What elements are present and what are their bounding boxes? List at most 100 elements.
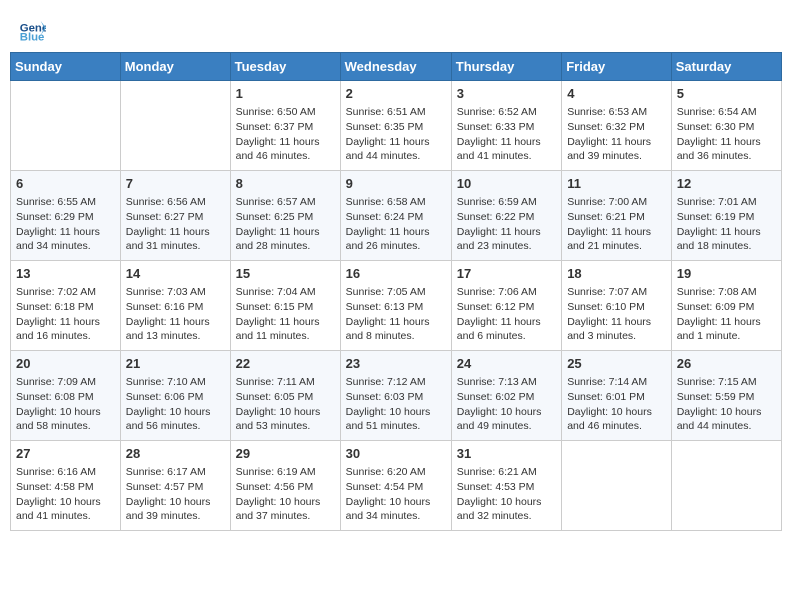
calendar-cell: 19Sunrise: 7:08 AMSunset: 6:09 PMDayligh…: [671, 261, 781, 351]
day-info: Sunrise: 6:58 AM: [346, 195, 446, 210]
day-number: 10: [457, 175, 556, 193]
day-info: Daylight: 10 hours and 32 minutes.: [457, 495, 556, 524]
day-info: Sunset: 6:18 PM: [16, 300, 115, 315]
day-info: Sunset: 6:35 PM: [346, 120, 446, 135]
day-header-wednesday: Wednesday: [340, 53, 451, 81]
day-info: Sunset: 5:59 PM: [677, 390, 776, 405]
day-info: Sunset: 6:08 PM: [16, 390, 115, 405]
day-info: Sunset: 6:25 PM: [236, 210, 335, 225]
day-info: Sunset: 4:53 PM: [457, 480, 556, 495]
day-info: Daylight: 10 hours and 53 minutes.: [236, 405, 335, 434]
calendar-cell: 2 Sunrise: 6:51 AMSunset: 6:35 PMDaylight…: [340, 81, 451, 171]
day-info: Daylight: 11 hours and 13 minutes.: [126, 315, 225, 344]
calendar-cell: 4Sunrise: 6:53 AMSunset: 6:32 PMDaylight…: [562, 81, 672, 171]
calendar-cell: [120, 81, 230, 171]
day-info: Daylight: 11 hours and 6 minutes.: [457, 315, 556, 344]
day-info: Sunrise: 6:51 AM: [346, 105, 446, 120]
day-header-sunday: Sunday: [11, 53, 121, 81]
day-number: 8: [236, 175, 335, 193]
day-info: Sunrise: 7:06 AM: [457, 285, 556, 300]
calendar-table: SundayMondayTuesdayWednesdayThursdayFrid…: [10, 52, 782, 531]
day-info: Daylight: 10 hours and 37 minutes.: [236, 495, 335, 524]
day-info: Daylight: 11 hours and 23 minutes.: [457, 225, 556, 254]
day-number: 2: [346, 85, 446, 103]
day-number: 24: [457, 355, 556, 373]
day-info: Sunset: 6:24 PM: [346, 210, 446, 225]
day-info: Daylight: 11 hours and 36 minutes.: [677, 135, 776, 164]
calendar-cell: [11, 81, 121, 171]
day-info: Sunset: 6:19 PM: [677, 210, 776, 225]
calendar-week-2: 6Sunrise: 6:55 AMSunset: 6:29 PMDaylight…: [11, 171, 782, 261]
day-number: 13: [16, 265, 115, 283]
day-number: 11: [567, 175, 666, 193]
day-number: 31: [457, 445, 556, 463]
calendar-cell: 27Sunrise: 6:16 AMSunset: 4:58 PMDayligh…: [11, 441, 121, 531]
day-info: Daylight: 10 hours and 51 minutes.: [346, 405, 446, 434]
day-info: Sunrise: 6:16 AM: [16, 465, 115, 480]
day-number: 6: [16, 175, 115, 193]
day-number: 28: [126, 445, 225, 463]
calendar-cell: 28Sunrise: 6:17 AMSunset: 4:57 PMDayligh…: [120, 441, 230, 531]
day-info: Daylight: 11 hours and 3 minutes.: [567, 315, 666, 344]
calendar-week-3: 13Sunrise: 7:02 AMSunset: 6:18 PMDayligh…: [11, 261, 782, 351]
calendar-cell: 23 Sunrise: 7:12 AMSunset: 6:03 PMDayligh…: [340, 351, 451, 441]
svg-text:Blue: Blue: [20, 31, 45, 42]
day-info: Sunrise: 6:56 AM: [126, 195, 225, 210]
day-number: 25: [567, 355, 666, 373]
day-info: Sunrise: 7:12 AM: [346, 375, 446, 390]
day-info: Sunset: 6:33 PM: [457, 120, 556, 135]
day-number: 23: [346, 355, 446, 373]
day-info: Sunset: 6:37 PM: [236, 120, 335, 135]
day-info: Sunset: 6:01 PM: [567, 390, 666, 405]
calendar-cell: 14Sunrise: 7:03 AMSunset: 6:16 PMDayligh…: [120, 261, 230, 351]
day-info: Sunrise: 6:21 AM: [457, 465, 556, 480]
day-info: Sunrise: 6:19 AM: [236, 465, 335, 480]
day-info: Sunset: 6:13 PM: [346, 300, 446, 315]
day-info: Daylight: 11 hours and 8 minutes.: [346, 315, 446, 344]
calendar-cell: 31 Sunrise: 6:21 AMSunset: 4:53 PMDayligh…: [451, 441, 561, 531]
calendar-cell: 6Sunrise: 6:55 AMSunset: 6:29 PMDaylight…: [11, 171, 121, 261]
calendar-cell: 17Sunrise: 7:06 AMSunset: 6:12 PMDayligh…: [451, 261, 561, 351]
calendar-cell: 26Sunrise: 7:15 AMSunset: 5:59 PMDayligh…: [671, 351, 781, 441]
day-number: 3: [457, 85, 556, 103]
calendar-cell: [671, 441, 781, 531]
day-number: 30: [346, 445, 446, 463]
calendar-cell: 29Sunrise: 6:19 AMSunset: 4:56 PMDayligh…: [230, 441, 340, 531]
day-info: Sunrise: 7:00 AM: [567, 195, 666, 210]
day-info: Daylight: 11 hours and 46 minutes.: [236, 135, 335, 164]
day-info: Daylight: 11 hours and 44 minutes.: [346, 135, 446, 164]
day-info: Sunrise: 6:53 AM: [567, 105, 666, 120]
day-number: 9: [346, 175, 446, 193]
calendar-cell: 3Sunrise: 6:52 AMSunset: 6:33 PMDaylight…: [451, 81, 561, 171]
day-info: Sunset: 6:15 PM: [236, 300, 335, 315]
day-info: Daylight: 11 hours and 1 minute.: [677, 315, 776, 344]
calendar-cell: 10Sunrise: 6:59 AMSunset: 6:22 PMDayligh…: [451, 171, 561, 261]
calendar-cell: 9Sunrise: 6:58 AMSunset: 6:24 PMDaylight…: [340, 171, 451, 261]
calendar-cell: 25Sunrise: 7:14 AMSunset: 6:01 PMDayligh…: [562, 351, 672, 441]
day-info: Sunset: 6:10 PM: [567, 300, 666, 315]
day-info: Sunrise: 6:59 AM: [457, 195, 556, 210]
day-number: 19: [677, 265, 776, 283]
day-info: Sunrise: 6:57 AM: [236, 195, 335, 210]
day-info: Sunrise: 7:02 AM: [16, 285, 115, 300]
day-info: Daylight: 10 hours and 41 minutes.: [16, 495, 115, 524]
day-info: Sunrise: 7:04 AM: [236, 285, 335, 300]
calendar-cell: [562, 441, 672, 531]
day-info: Sunrise: 7:15 AM: [677, 375, 776, 390]
day-info: Daylight: 10 hours and 34 minutes.: [346, 495, 446, 524]
calendar-cell: 24Sunrise: 7:13 AMSunset: 6:02 PMDayligh…: [451, 351, 561, 441]
day-info: Sunrise: 7:10 AM: [126, 375, 225, 390]
day-info: Daylight: 11 hours and 41 minutes.: [457, 135, 556, 164]
day-info: Daylight: 11 hours and 16 minutes.: [16, 315, 115, 344]
day-info: Sunset: 6:03 PM: [346, 390, 446, 405]
calendar-week-4: 20Sunrise: 7:09 AMSunset: 6:08 PMDayligh…: [11, 351, 782, 441]
page-header: General Blue: [10, 10, 782, 46]
calendar-cell: 11Sunrise: 7:00 AMSunset: 6:21 PMDayligh…: [562, 171, 672, 261]
day-info: Sunrise: 6:17 AM: [126, 465, 225, 480]
day-info: Daylight: 11 hours and 39 minutes.: [567, 135, 666, 164]
day-info: Daylight: 10 hours and 58 minutes.: [16, 405, 115, 434]
calendar-cell: 18Sunrise: 7:07 AMSunset: 6:10 PMDayligh…: [562, 261, 672, 351]
day-info: Daylight: 11 hours and 31 minutes.: [126, 225, 225, 254]
calendar-cell: 8Sunrise: 6:57 AMSunset: 6:25 PMDaylight…: [230, 171, 340, 261]
calendar-cell: 1Sunrise: 6:50 AMSunset: 6:37 PMDaylight…: [230, 81, 340, 171]
